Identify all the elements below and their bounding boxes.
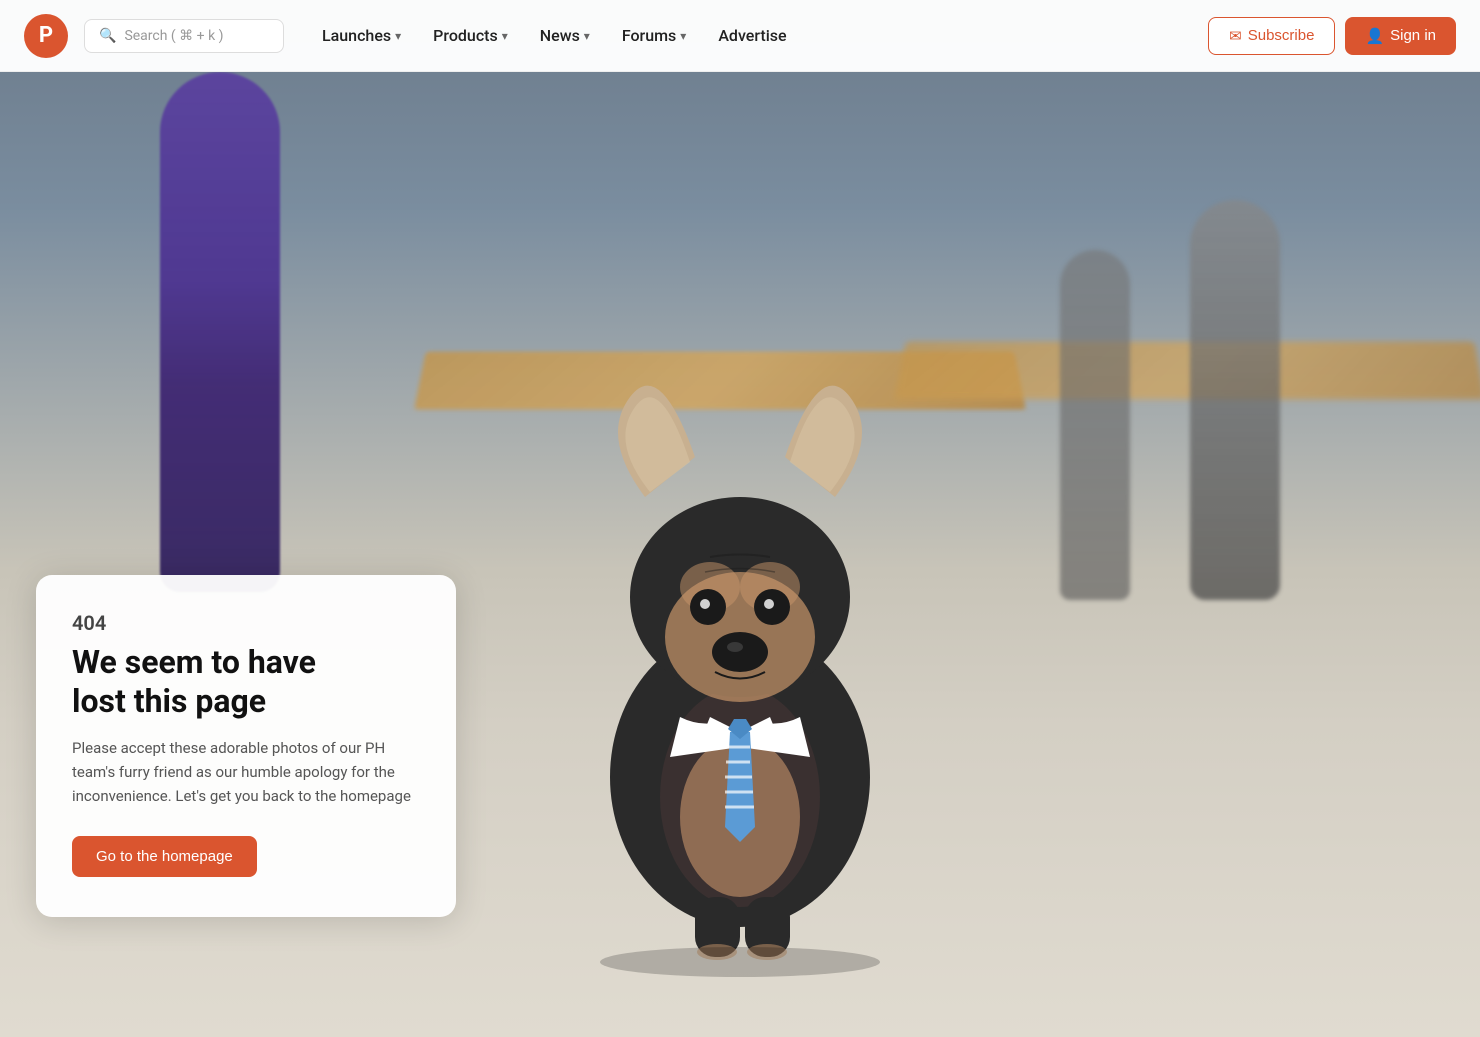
error-heading: We seem to have lost this page bbox=[72, 643, 420, 720]
table-2 bbox=[894, 342, 1480, 400]
search-box[interactable]: 🔍 Search ( ⌘ + k ) bbox=[84, 19, 284, 53]
person-figure-2 bbox=[1190, 200, 1280, 600]
error-card: 404 We seem to have lost this page Pleas… bbox=[36, 575, 456, 917]
dog-illustration bbox=[550, 297, 930, 977]
chevron-down-icon: ▾ bbox=[395, 29, 401, 43]
user-icon: 👤 bbox=[1365, 27, 1384, 45]
person-figure-1 bbox=[160, 72, 280, 592]
subscribe-icon: ✉ bbox=[1229, 27, 1242, 45]
subscribe-button[interactable]: ✉ Subscribe bbox=[1208, 17, 1335, 55]
nav-advertise[interactable]: Advertise bbox=[704, 18, 800, 53]
logo-letter: P bbox=[39, 23, 53, 48]
logo[interactable]: P bbox=[24, 14, 68, 58]
nav-products[interactable]: Products ▾ bbox=[419, 18, 522, 53]
chevron-down-icon: ▾ bbox=[502, 29, 508, 43]
person-figure-3 bbox=[1060, 250, 1130, 600]
nav-launches[interactable]: Launches ▾ bbox=[308, 18, 415, 53]
error-code: 404 bbox=[72, 611, 420, 635]
chevron-down-icon: ▾ bbox=[680, 29, 686, 43]
signin-button[interactable]: 👤 Sign in bbox=[1345, 17, 1456, 55]
nav-news[interactable]: News ▾ bbox=[526, 18, 604, 53]
navigation: P 🔍 Search ( ⌘ + k ) Launches ▾ Products… bbox=[0, 0, 1480, 72]
nav-forums[interactable]: Forums ▾ bbox=[608, 18, 700, 53]
search-placeholder: Search ( ⌘ + k ) bbox=[124, 28, 223, 44]
chevron-down-icon: ▾ bbox=[584, 29, 590, 43]
nav-actions: ✉ Subscribe 👤 Sign in bbox=[1208, 17, 1456, 55]
error-description: Please accept these adorable photos of o… bbox=[72, 736, 420, 808]
nav-links: Launches ▾ Products ▾ News ▾ Forums ▾ Ad… bbox=[308, 18, 1200, 53]
go-to-homepage-button[interactable]: Go to the homepage bbox=[72, 836, 257, 877]
search-icon: 🔍 bbox=[99, 28, 116, 44]
